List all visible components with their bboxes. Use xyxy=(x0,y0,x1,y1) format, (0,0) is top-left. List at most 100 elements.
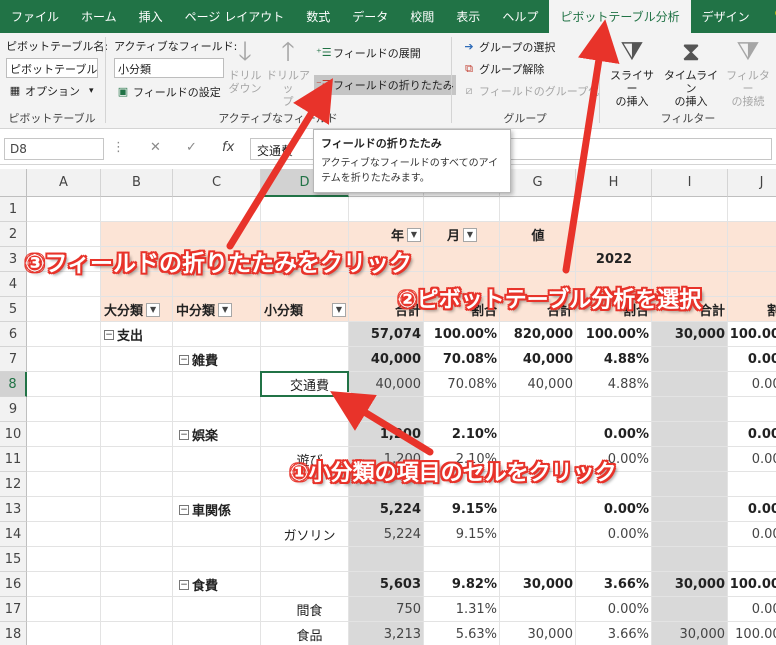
confirm-icon[interactable]: ✓ xyxy=(186,140,197,155)
pivot-value-cell[interactable]: 1,200 xyxy=(349,422,424,447)
pivot-value-cell[interactable]: 0.00% xyxy=(576,522,652,547)
row-header-16[interactable]: 16 xyxy=(0,572,27,597)
tab-data[interactable]: データ xyxy=(341,0,399,33)
pivot-value-cell[interactable]: 2.10% xyxy=(424,422,500,447)
pivot-value-cell[interactable]: 4.88% xyxy=(576,347,652,372)
pivot-value-cell[interactable]: 0.00% xyxy=(728,597,776,622)
pivot-value-cell[interactable] xyxy=(652,347,728,372)
pivot-value-cell[interactable]: 3.66% xyxy=(576,572,652,597)
row-header-18[interactable]: 18 xyxy=(0,622,27,645)
pivot-value-cell[interactable]: 3,213 xyxy=(349,622,424,645)
pivot-value-cell[interactable]: 100.00% xyxy=(424,322,500,347)
row-header-2[interactable]: 2 xyxy=(0,222,27,247)
tab-pivot-analyze[interactable]: ピボットテーブル分析 xyxy=(549,0,691,33)
pivot-value-cell[interactable] xyxy=(652,422,728,447)
row-header-15[interactable]: 15 xyxy=(0,547,27,572)
expand-field-button[interactable]: ⁺☰ フィールドの展開 xyxy=(314,43,423,63)
pivot-ratio-header[interactable]: 割合 xyxy=(728,297,776,322)
row-header-5[interactable]: 5 xyxy=(0,297,27,322)
tab-help[interactable]: ヘルプ xyxy=(491,0,549,33)
pivot-value-cell[interactable]: 0.00% xyxy=(728,422,776,447)
row-label-snack[interactable]: 間食 xyxy=(261,597,349,622)
pivot-value-cell[interactable] xyxy=(652,497,728,522)
column-header-b[interactable]: B xyxy=(101,169,173,197)
pivot-value-cell[interactable]: 100.00% xyxy=(728,572,776,597)
drill-up-button[interactable]: 🡑 ドリルアッ プ xyxy=(266,37,310,108)
row-header-11[interactable]: 11 xyxy=(0,447,27,472)
pivot-value-cell[interactable] xyxy=(500,522,576,547)
active-field-input[interactable]: 小分類 xyxy=(114,58,224,78)
row-label-gasoline[interactable]: ガソリン xyxy=(261,522,349,547)
cancel-icon[interactable]: ✕ xyxy=(150,140,161,155)
pivot-value-cell[interactable]: 0.00% xyxy=(576,497,652,522)
pivot-value-cell[interactable] xyxy=(652,597,728,622)
collapse-field-button[interactable]: ⁻☰ フィールドの折りたたみ xyxy=(314,75,456,95)
pivot-value-cell[interactable]: 57,074 xyxy=(349,322,424,347)
middle-filter-dropdown[interactable]: ▼ xyxy=(218,302,233,317)
tab-file[interactable]: ファイル xyxy=(0,0,70,33)
pivot-value-cell[interactable]: 30,000 xyxy=(500,572,576,597)
pivot-value-cell[interactable]: 40,000 xyxy=(500,372,576,397)
pivot-value-cell[interactable]: 0.00% xyxy=(576,422,652,447)
column-header-j[interactable]: J xyxy=(728,169,776,197)
row-label-food[interactable]: − 食費 xyxy=(173,572,349,597)
pivot-value-cell[interactable]: 30,000 xyxy=(652,622,728,645)
pivot-value-cell[interactable]: 0.00% xyxy=(576,597,652,622)
select-all-corner[interactable] xyxy=(0,169,27,197)
options-button[interactable]: ▦ オプション ▾ xyxy=(6,81,96,101)
row-header-6[interactable]: 6 xyxy=(0,322,27,347)
pivot-value-cell[interactable]: 0.00% xyxy=(728,497,776,522)
minor-filter-dropdown[interactable]: ▼ xyxy=(332,302,346,317)
row-label-entertainment[interactable]: − 娯楽 xyxy=(173,422,349,447)
insert-timeline-button[interactable]: ⧗ タイムライン の挿入 xyxy=(660,37,722,108)
row-header-17[interactable]: 17 xyxy=(0,597,27,622)
pivot-value-cell[interactable] xyxy=(652,372,728,397)
pivot-value-cell[interactable]: 9.15% xyxy=(424,522,500,547)
fx-icon[interactable]: fx xyxy=(222,140,234,155)
year-filter-dropdown[interactable]: ▼ xyxy=(407,227,421,242)
pivot-value-cell[interactable]: 5.63% xyxy=(424,622,500,645)
tab-home[interactable]: ホーム xyxy=(70,0,128,33)
column-header-h[interactable]: H xyxy=(576,169,652,197)
tab-review[interactable]: 校閲 xyxy=(399,0,445,33)
pivot-value-header[interactable]: 値 xyxy=(500,222,576,247)
filter-connections-button[interactable]: ⧩ フィルター の接続 xyxy=(722,37,774,108)
collapse-toggle-icon[interactable]: − xyxy=(179,429,189,440)
collapse-toggle-icon[interactable]: − xyxy=(179,354,189,365)
field-settings-button[interactable]: ▣ フィールドの設定 xyxy=(114,82,223,102)
row-header-12[interactable]: 12 xyxy=(0,472,27,497)
pivot-year-value[interactable]: 2022 xyxy=(576,247,652,272)
pivot-value-cell[interactable]: 30,000 xyxy=(500,622,576,645)
insert-slicer-button[interactable]: ⧩ スライサー の挿入 xyxy=(606,37,658,108)
row-header-14[interactable]: 14 xyxy=(0,522,27,547)
tab-page-layout[interactable]: ページ レイアウト xyxy=(174,0,296,33)
pivot-value-cell[interactable]: 30,000 xyxy=(652,322,728,347)
tab-insert[interactable]: 挿入 xyxy=(128,0,174,33)
pivot-value-cell[interactable] xyxy=(500,497,576,522)
row-label-expense[interactable]: − 支出 xyxy=(101,322,173,347)
pivot-value-cell[interactable]: 100.00% xyxy=(728,322,776,347)
drill-down-button[interactable]: 🡓 ドリル ダウン xyxy=(228,37,262,95)
pivot-value-cell[interactable]: 5,224 xyxy=(349,522,424,547)
pivot-value-cell[interactable]: 100.00% xyxy=(576,322,652,347)
row-header-10[interactable]: 10 xyxy=(0,422,27,447)
pivot-value-cell[interactable] xyxy=(500,597,576,622)
name-box[interactable]: D8 xyxy=(4,138,104,160)
tab-formulas[interactable]: 数式 xyxy=(295,0,341,33)
pivot-value-cell[interactable] xyxy=(652,522,728,547)
pivot-value-cell[interactable]: 40,000 xyxy=(349,347,424,372)
pivot-value-cell[interactable]: 5,224 xyxy=(349,497,424,522)
month-filter-dropdown[interactable]: ▼ xyxy=(463,227,477,242)
row-header-1[interactable]: 1 xyxy=(0,197,27,222)
pivot-value-cell[interactable]: 9.15% xyxy=(424,497,500,522)
pivot-value-cell[interactable]: 30,000 xyxy=(652,572,728,597)
row-header-9[interactable]: 9 xyxy=(0,397,27,422)
tab-design[interactable]: デザイン xyxy=(691,0,761,33)
pivot-value-cell[interactable]: 70.08% xyxy=(424,347,500,372)
row-label-groceries[interactable]: 食品 xyxy=(261,622,349,645)
pivot-month-header[interactable]: 月 ▼ xyxy=(424,222,500,247)
column-header-a[interactable]: A xyxy=(27,169,101,197)
pivot-value-cell[interactable]: 1.31% xyxy=(424,597,500,622)
row-header-7[interactable]: 7 xyxy=(0,347,27,372)
row-label-misc[interactable]: − 雑費 xyxy=(173,347,349,372)
